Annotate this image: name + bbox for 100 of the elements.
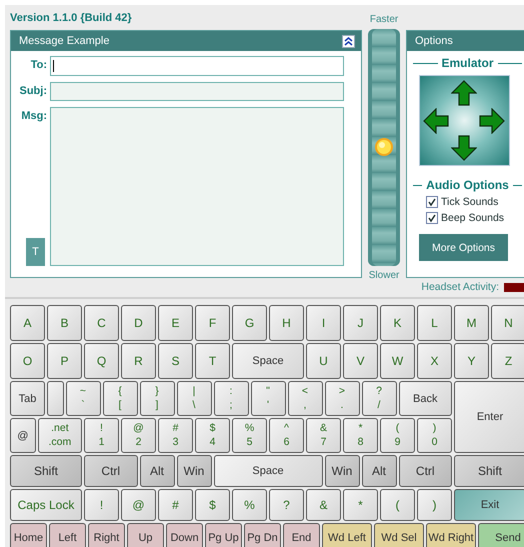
key[interactable]: % <box>232 489 267 521</box>
key[interactable]: Alt <box>362 455 396 487</box>
key[interactable]: Pg Up <box>205 523 242 547</box>
key[interactable]: # 3 <box>158 418 193 453</box>
key[interactable]: > . <box>324 381 360 416</box>
input-field[interactable] <box>50 56 344 76</box>
key[interactable]: Tab <box>10 381 45 416</box>
key[interactable]: | \ <box>176 381 212 416</box>
key[interactable]: Space <box>232 343 304 379</box>
key[interactable]: Shift <box>454 455 524 487</box>
key[interactable]: V <box>343 343 378 379</box>
key[interactable]: U <box>306 343 341 379</box>
key[interactable]: ! 1 <box>84 418 119 453</box>
key[interactable]: Enter <box>454 381 524 453</box>
key[interactable]: < , <box>288 381 322 416</box>
key[interactable]: Send <box>478 523 524 547</box>
arrow-down-icon[interactable] <box>451 135 477 161</box>
key[interactable]: H <box>269 305 304 341</box>
key[interactable]: { [ <box>102 381 138 416</box>
key[interactable]: I <box>306 305 341 341</box>
key[interactable]: R <box>121 343 156 379</box>
key[interactable]: @ 2 <box>121 418 156 453</box>
key[interactable]: ~ ` <box>66 381 100 416</box>
key[interactable]: Back <box>398 381 452 416</box>
key[interactable]: % 5 <box>232 418 267 453</box>
key[interactable]: Pg Dn <box>244 523 281 547</box>
blank-key[interactable] <box>47 381 64 416</box>
message-field[interactable] <box>50 107 344 266</box>
checkbox[interactable] <box>426 212 438 224</box>
key[interactable]: } ] <box>140 381 174 416</box>
key[interactable]: # <box>158 489 193 521</box>
key[interactable]: Win <box>324 455 360 487</box>
key[interactable]: W <box>380 343 415 379</box>
direction-pad[interactable] <box>419 75 510 166</box>
key[interactable]: * <box>343 489 378 521</box>
key[interactable]: Z <box>491 343 524 379</box>
key[interactable]: S <box>158 343 193 379</box>
key[interactable]: ) 0 <box>417 418 452 453</box>
key[interactable]: .net .com <box>38 418 82 453</box>
arrow-left-icon[interactable] <box>423 108 449 134</box>
key[interactable]: O <box>10 343 45 379</box>
input-field[interactable] <box>50 82 344 101</box>
key[interactable]: G <box>232 305 267 341</box>
key[interactable]: & <box>306 489 341 521</box>
key[interactable]: End <box>283 523 320 547</box>
key[interactable]: ( <box>380 489 415 521</box>
key[interactable]: Right <box>88 523 125 547</box>
key[interactable]: Left <box>49 523 86 547</box>
key[interactable]: K <box>380 305 415 341</box>
key[interactable]: ) <box>417 489 452 521</box>
key[interactable]: Ctrl <box>84 455 138 487</box>
key[interactable]: Wd Left <box>322 523 372 547</box>
key[interactable]: @ <box>10 418 36 453</box>
key[interactable]: Exit <box>454 489 524 521</box>
key[interactable]: Down <box>166 523 203 547</box>
key[interactable]: $ <box>195 489 230 521</box>
key[interactable]: N <box>491 305 524 341</box>
arrow-up-icon[interactable] <box>451 80 477 106</box>
key[interactable]: Ctrl <box>398 455 452 487</box>
key[interactable]: @ <box>121 489 156 521</box>
key[interactable]: ? <box>269 489 304 521</box>
key[interactable]: : ; <box>214 381 248 416</box>
key[interactable]: $ 4 <box>195 418 230 453</box>
panel-title: Message Example <box>19 35 110 47</box>
section-heading: Audio Options <box>426 178 509 192</box>
text-style-button[interactable]: T <box>26 238 45 266</box>
key[interactable]: ! <box>84 489 119 521</box>
key[interactable]: ? / <box>362 381 396 416</box>
key[interactable]: Wd Right <box>426 523 476 547</box>
key[interactable]: Q <box>84 343 119 379</box>
key[interactable]: ( 9 <box>380 418 415 453</box>
key[interactable]: X <box>417 343 452 379</box>
arrow-right-icon[interactable] <box>479 108 505 134</box>
key[interactable]: A <box>10 305 45 341</box>
key[interactable]: ^ 6 <box>269 418 304 453</box>
key[interactable]: " ' <box>250 381 286 416</box>
key[interactable]: J <box>343 305 378 341</box>
more-options-button[interactable]: More Options <box>419 234 508 261</box>
key[interactable]: F <box>195 305 230 341</box>
key[interactable]: Y <box>454 343 489 379</box>
key[interactable]: C <box>84 305 119 341</box>
key[interactable]: Shift <box>10 455 82 487</box>
key[interactable]: Win <box>176 455 212 487</box>
collapse-icon[interactable] <box>342 34 356 48</box>
checkbox[interactable] <box>426 196 438 208</box>
key[interactable]: P <box>47 343 82 379</box>
key[interactable]: Wd Sel <box>374 523 424 547</box>
key[interactable]: * 8 <box>343 418 378 453</box>
key[interactable]: & 7 <box>306 418 341 453</box>
key[interactable]: B <box>47 305 82 341</box>
key[interactable]: Space <box>214 455 322 487</box>
key[interactable]: T <box>195 343 230 379</box>
key[interactable]: L <box>417 305 452 341</box>
key[interactable]: Caps Lock <box>10 489 82 521</box>
key[interactable]: Up <box>127 523 164 547</box>
key[interactable]: M <box>454 305 489 341</box>
key[interactable]: E <box>158 305 193 341</box>
key[interactable]: Home <box>10 523 47 547</box>
key[interactable]: Alt <box>140 455 174 487</box>
key[interactable]: D <box>121 305 156 341</box>
